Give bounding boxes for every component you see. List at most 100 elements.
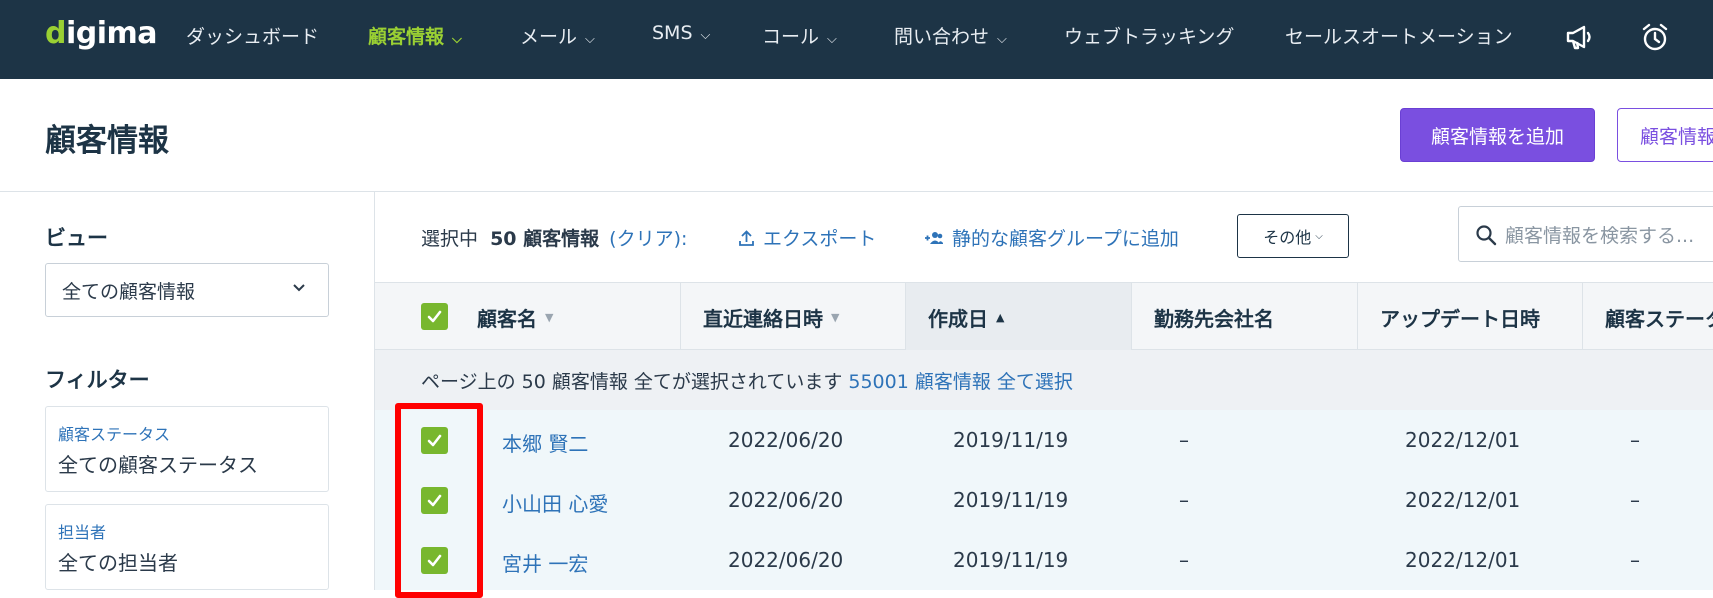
checkmark-icon — [427, 310, 442, 323]
sort-down-icon: ▼ — [545, 310, 554, 324]
selected-count: 50 顧客情報 — [490, 228, 600, 250]
sort-up-icon: ▲ — [996, 310, 1005, 324]
nav-item-label: ダッシュボード — [186, 26, 320, 48]
cell-company: – — [1179, 428, 1189, 452]
column-header-name[interactable]: 顧客名 ▼ — [455, 283, 681, 351]
table-body: 本郷 賢二 2022/06/20 2019/11/19 – 2022/12/01… — [375, 410, 1713, 590]
customer-secondary-button[interactable]: 顧客情報 — [1617, 108, 1713, 162]
nav-item-sms[interactable]: SMS ⌵ — [652, 22, 710, 44]
column-header-created[interactable]: 作成日 ▲ — [906, 283, 1132, 351]
cell-status: – — [1630, 428, 1640, 452]
clear-paren-open: ( — [609, 228, 617, 250]
add-to-static-group-button[interactable]: 静的な顧客グループに追加 — [924, 224, 1179, 251]
top-navigation-bar: digima ダッシュボード 顧客情報 ⌵ メール ⌵ SMS ⌵ コール ⌵ 問い合わ… — [0, 0, 1713, 79]
sidebar: ビュー 全ての顧客情報 フィルター 顧客ステータス 全ての顧客ステータス 担当者… — [0, 192, 375, 590]
cell-created: 2019/11/19 — [953, 548, 1069, 572]
chevron-down-icon: ⌵ — [1315, 230, 1323, 242]
chevron-down-icon: ⌵ — [585, 32, 595, 47]
cell-created: 2019/11/19 — [953, 428, 1069, 452]
customer-name-link[interactable]: 宮井 一宏 — [502, 548, 588, 577]
upload-icon — [739, 230, 754, 246]
more-actions-label: その他 — [1263, 228, 1312, 247]
nav-item-dashboard[interactable]: ダッシュボード — [186, 22, 319, 49]
column-header-label: 勤務先会社名 — [1154, 306, 1274, 331]
nav-item-inquiries[interactable]: 問い合わせ ⌵ — [894, 22, 1007, 49]
clear-selection-link[interactable]: クリア — [617, 228, 674, 250]
chevron-down-icon — [293, 284, 305, 292]
column-header-label: 直近連絡日時 — [703, 306, 823, 331]
checkbox-highlight-annotation — [395, 403, 483, 598]
filter-value: 全ての担当者 — [58, 551, 178, 575]
nav-item-label: メール — [520, 26, 578, 48]
megaphone-icon[interactable] — [1563, 21, 1595, 53]
nav-item-label: ウェブトラッキング — [1064, 26, 1235, 48]
page-title: 顧客情報 — [45, 123, 169, 159]
cell-status: – — [1630, 488, 1640, 512]
chevron-down-icon: ⌵ — [452, 32, 462, 47]
more-actions-dropdown[interactable]: その他 ⌵ — [1237, 214, 1349, 258]
filter-owner[interactable]: 担当者 全ての担当者 — [45, 504, 329, 590]
view-heading: ビュー — [45, 226, 108, 250]
column-header-label: 作成日 — [928, 306, 988, 331]
filter-label: 担当者 — [58, 523, 107, 542]
table-row[interactable]: 本郷 賢二 2022/06/20 2019/11/19 – 2022/12/01… — [375, 410, 1713, 470]
export-button[interactable]: エクスポート — [738, 224, 876, 251]
add-users-icon — [925, 232, 943, 244]
logo-text-rest: igima — [65, 16, 158, 51]
banner-text: ページ上の 50 顧客情報 全てが選択されています — [421, 370, 843, 393]
customer-name-link[interactable]: 小山田 心愛 — [502, 488, 608, 517]
table-row[interactable]: 宮井 一宏 2022/06/20 2019/11/19 – 2022/12/01… — [375, 530, 1713, 590]
column-header-status[interactable]: 顧客ステータス — [1583, 283, 1713, 351]
cell-company: – — [1179, 548, 1189, 572]
add-customer-button[interactable]: 顧客情報を追加 — [1400, 108, 1595, 162]
table-header: 顧客名 ▼ 直近連絡日時 ▼ 作成日 ▲ 勤務先会社名 アップデート日時 顧客ステータ… — [375, 282, 1713, 351]
column-header-label: 顧客ステータス — [1605, 306, 1713, 331]
column-header-company[interactable]: 勤務先会社名 — [1132, 283, 1358, 351]
search-icon — [1476, 225, 1497, 246]
export-label: エクスポート — [763, 228, 877, 250]
column-header-updated[interactable]: アップデート日時 — [1358, 283, 1583, 351]
cell-last-contact: 2022/06/20 — [728, 488, 844, 512]
filter-customer-status[interactable]: 顧客ステータス 全ての顧客ステータス — [45, 406, 329, 492]
cell-updated: 2022/12/01 — [1405, 428, 1521, 452]
search-placeholder: 顧客情報を検索する... — [1505, 224, 1695, 247]
view-select-value: 全ての顧客情報 — [62, 280, 196, 303]
column-header-last-contact[interactable]: 直近連絡日時 ▼ — [681, 283, 906, 351]
customer-search-input[interactable]: 顧客情報を検索する... — [1458, 206, 1713, 262]
column-header-label: 顧客名 — [477, 306, 537, 331]
nav-item-call[interactable]: コール ⌵ — [762, 22, 837, 49]
cell-last-contact: 2022/06/20 — [728, 548, 844, 572]
sort-down-icon: ▼ — [831, 310, 840, 324]
filter-value: 全ての顧客ステータス — [58, 453, 258, 477]
cell-updated: 2022/12/01 — [1405, 488, 1521, 512]
cell-company: – — [1179, 488, 1189, 512]
nav-item-mail[interactable]: メール ⌵ — [520, 22, 595, 49]
digima-logo[interactable]: digima — [45, 16, 158, 51]
chevron-down-icon: ⌵ — [997, 32, 1007, 47]
selected-prefix: 選択中 — [421, 228, 479, 250]
add-to-static-group-label: 静的な顧客グループに追加 — [952, 228, 1179, 250]
table-row[interactable]: 小山田 心愛 2022/06/20 2019/11/19 – 2022/12/0… — [375, 470, 1713, 530]
cell-created: 2019/11/19 — [953, 488, 1069, 512]
nav-item-web-tracking[interactable]: ウェブトラッキング — [1064, 22, 1234, 49]
select-all-records-link[interactable]: 55001 顧客情報 全て選択 — [848, 367, 1073, 394]
alarm-clock-icon[interactable] — [1639, 21, 1671, 53]
filter-heading: フィルター — [45, 368, 150, 392]
nav-item-sales-automation[interactable]: セールスオートメーション — [1285, 22, 1513, 49]
cell-last-contact: 2022/06/20 — [728, 428, 844, 452]
select-all-checkbox[interactable] — [421, 303, 448, 330]
column-header-label: アップデート日時 — [1380, 306, 1540, 331]
cell-updated: 2022/12/01 — [1405, 548, 1521, 572]
nav-item-label: セールスオートメーション — [1285, 26, 1513, 48]
nav-item-label: 問い合わせ — [894, 26, 990, 48]
view-select[interactable]: 全ての顧客情報 — [45, 263, 329, 317]
bulk-action-toolbar: 選択中 50 顧客情報 (クリア): エクスポート 静的な顧客グループに追加 そ… — [375, 192, 1713, 282]
nav-item-customers[interactable]: 顧客情報 ⌵ — [368, 22, 462, 49]
chevron-down-icon: ⌵ — [827, 32, 837, 47]
clear-paren-close: ): — [673, 228, 688, 250]
selection-summary: 選択中 50 顧客情報 (クリア): — [421, 224, 687, 251]
chevron-down-icon: ⌵ — [700, 28, 711, 43]
filter-label: 顧客ステータス — [58, 425, 171, 444]
page-header: 顧客情報 顧客情報を追加 顧客情報 — [0, 79, 1713, 192]
customer-name-link[interactable]: 本郷 賢二 — [502, 428, 588, 457]
